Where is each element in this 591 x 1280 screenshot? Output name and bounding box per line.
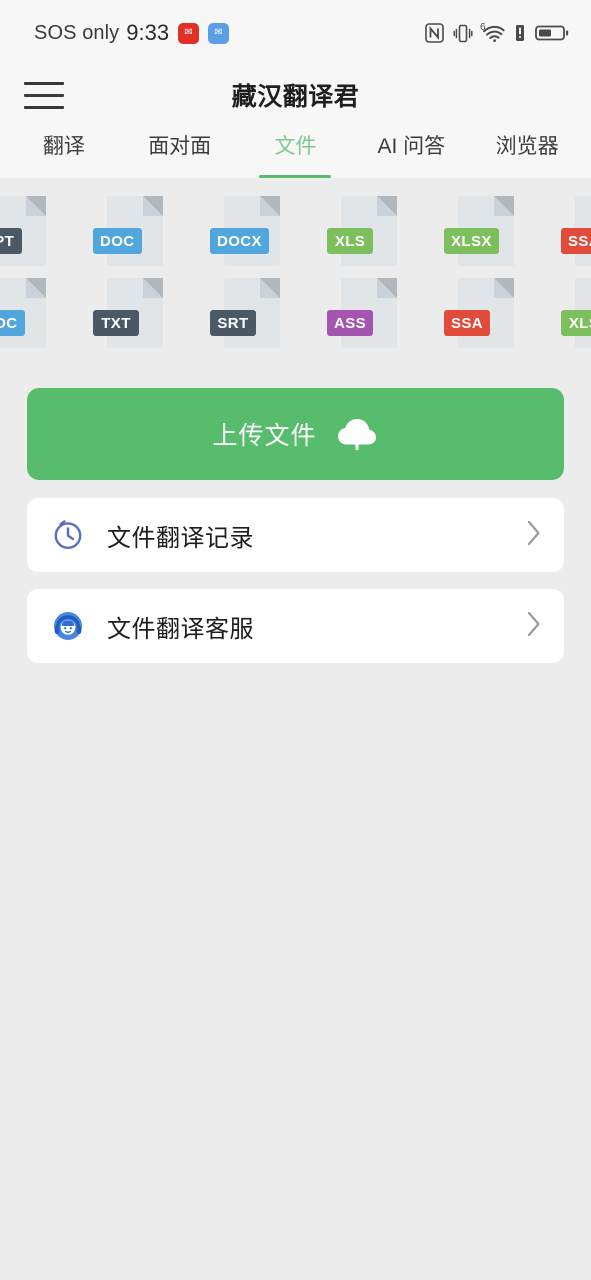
filetype-icon: TXT bbox=[77, 274, 194, 356]
vibrate-icon bbox=[453, 23, 473, 44]
filetype-row-2: DOC TXT SRT ASS SSA bbox=[0, 274, 591, 356]
hamburger-menu-icon[interactable] bbox=[15, 70, 73, 120]
app-notification-blue-icon: ✉ bbox=[208, 22, 230, 44]
menu-card-list: 文件翻译记录 文件翻译客服 bbox=[0, 480, 591, 663]
filetype-badge: XLSX bbox=[444, 228, 499, 254]
status-bar: SOS only 9:33 ✉ ✉ 6 bbox=[0, 0, 591, 66]
nfc-icon bbox=[425, 23, 444, 43]
filetype-icon: XLSX bbox=[428, 192, 545, 274]
filetype-icon: DOCX bbox=[194, 192, 311, 274]
carrier-label: SOS only bbox=[34, 21, 120, 44]
filetype-badge: DOC bbox=[93, 228, 142, 254]
tab-label: 翻译 bbox=[42, 135, 85, 158]
tab-label: AI 问答 bbox=[377, 135, 446, 158]
tab-label: 面对面 bbox=[148, 135, 212, 158]
filetype-icon: SSA bbox=[428, 274, 545, 356]
supported-filetypes-carousel[interactable]: PPT DOC DOCX XLS XLSX bbox=[0, 178, 591, 362]
filetype-badge: SRT bbox=[210, 310, 256, 336]
filetype-icon: DOC bbox=[77, 192, 194, 274]
tab-underline bbox=[28, 175, 100, 178]
hamburger-line bbox=[24, 105, 64, 109]
tab-underline bbox=[375, 175, 447, 178]
card-label: 文件翻译客服 bbox=[107, 615, 254, 643]
card-label: 文件翻译记录 bbox=[107, 524, 254, 552]
filetype-badge: XLS bbox=[561, 310, 591, 336]
tab-underline bbox=[491, 175, 563, 178]
hamburger-line bbox=[24, 81, 64, 85]
filetype-badge: SSA bbox=[444, 310, 491, 336]
file-translation-history-row[interactable]: 文件翻译记录 bbox=[27, 498, 564, 572]
wifi6-icon: 6 bbox=[480, 22, 505, 43]
tab-face-to-face[interactable]: 面对面 bbox=[122, 124, 238, 178]
chevron-right-icon bbox=[526, 610, 542, 643]
upload-section: 上传文件 bbox=[0, 362, 591, 480]
filetype-badge: TXT bbox=[93, 310, 139, 336]
filetype-icon: DOC bbox=[0, 274, 77, 356]
battery-icon bbox=[535, 23, 569, 43]
app-bar: 藏汉翻译君 bbox=[0, 66, 591, 124]
tab-underline bbox=[259, 175, 332, 178]
wifi-generation-label: 6 bbox=[480, 22, 486, 33]
filetype-badge: SSA bbox=[561, 228, 591, 254]
filetype-icon: SRT bbox=[194, 274, 311, 356]
filetype-row-1: PPT DOC DOCX XLS XLSX bbox=[0, 192, 591, 274]
upload-file-label: 上传文件 bbox=[212, 422, 317, 450]
filetype-badge: DOCX bbox=[210, 228, 269, 254]
chevron-right-icon bbox=[526, 519, 542, 552]
cloud-upload-icon bbox=[335, 415, 379, 454]
filetype-icon: PPT bbox=[0, 192, 77, 274]
clock-label: 9:33 bbox=[126, 20, 170, 45]
tab-browser[interactable]: 浏览器 bbox=[469, 124, 585, 178]
tab-label: 文件 bbox=[274, 135, 317, 158]
customer-service-icon bbox=[49, 607, 87, 645]
upload-file-button[interactable]: 上传文件 bbox=[27, 388, 564, 480]
tab-underline bbox=[144, 175, 216, 178]
status-bar-right: 6 bbox=[425, 22, 569, 44]
file-translation-support-row[interactable]: 文件翻译客服 bbox=[27, 589, 564, 663]
status-bar-left: SOS only 9:33 ✉ ✉ bbox=[34, 20, 230, 46]
filetype-badge: DOC bbox=[0, 310, 25, 336]
tab-label: 浏览器 bbox=[495, 135, 559, 158]
filetype-badge: XLS bbox=[327, 228, 373, 254]
tab-bar: 翻译 面对面 文件 AI 问答 浏览器 bbox=[0, 124, 591, 178]
hamburger-line bbox=[24, 93, 64, 97]
alert-icon bbox=[514, 23, 526, 43]
app-notification-red-icon: ✉ bbox=[178, 22, 200, 44]
filetype-icon: SSA bbox=[545, 192, 591, 274]
filetype-badge: PPT bbox=[0, 228, 22, 254]
tab-file[interactable]: 文件 bbox=[238, 124, 354, 178]
history-clock-icon bbox=[49, 516, 87, 554]
page-title: 藏汉翻译君 bbox=[231, 83, 360, 111]
filetype-icon: XLS bbox=[311, 192, 428, 274]
filetype-badge: ASS bbox=[327, 310, 374, 336]
filetype-icon: ASS bbox=[311, 274, 428, 356]
filetype-icon: XLS bbox=[545, 274, 591, 356]
tab-translate[interactable]: 翻译 bbox=[6, 124, 122, 178]
tab-ai-qa[interactable]: AI 问答 bbox=[353, 124, 469, 178]
